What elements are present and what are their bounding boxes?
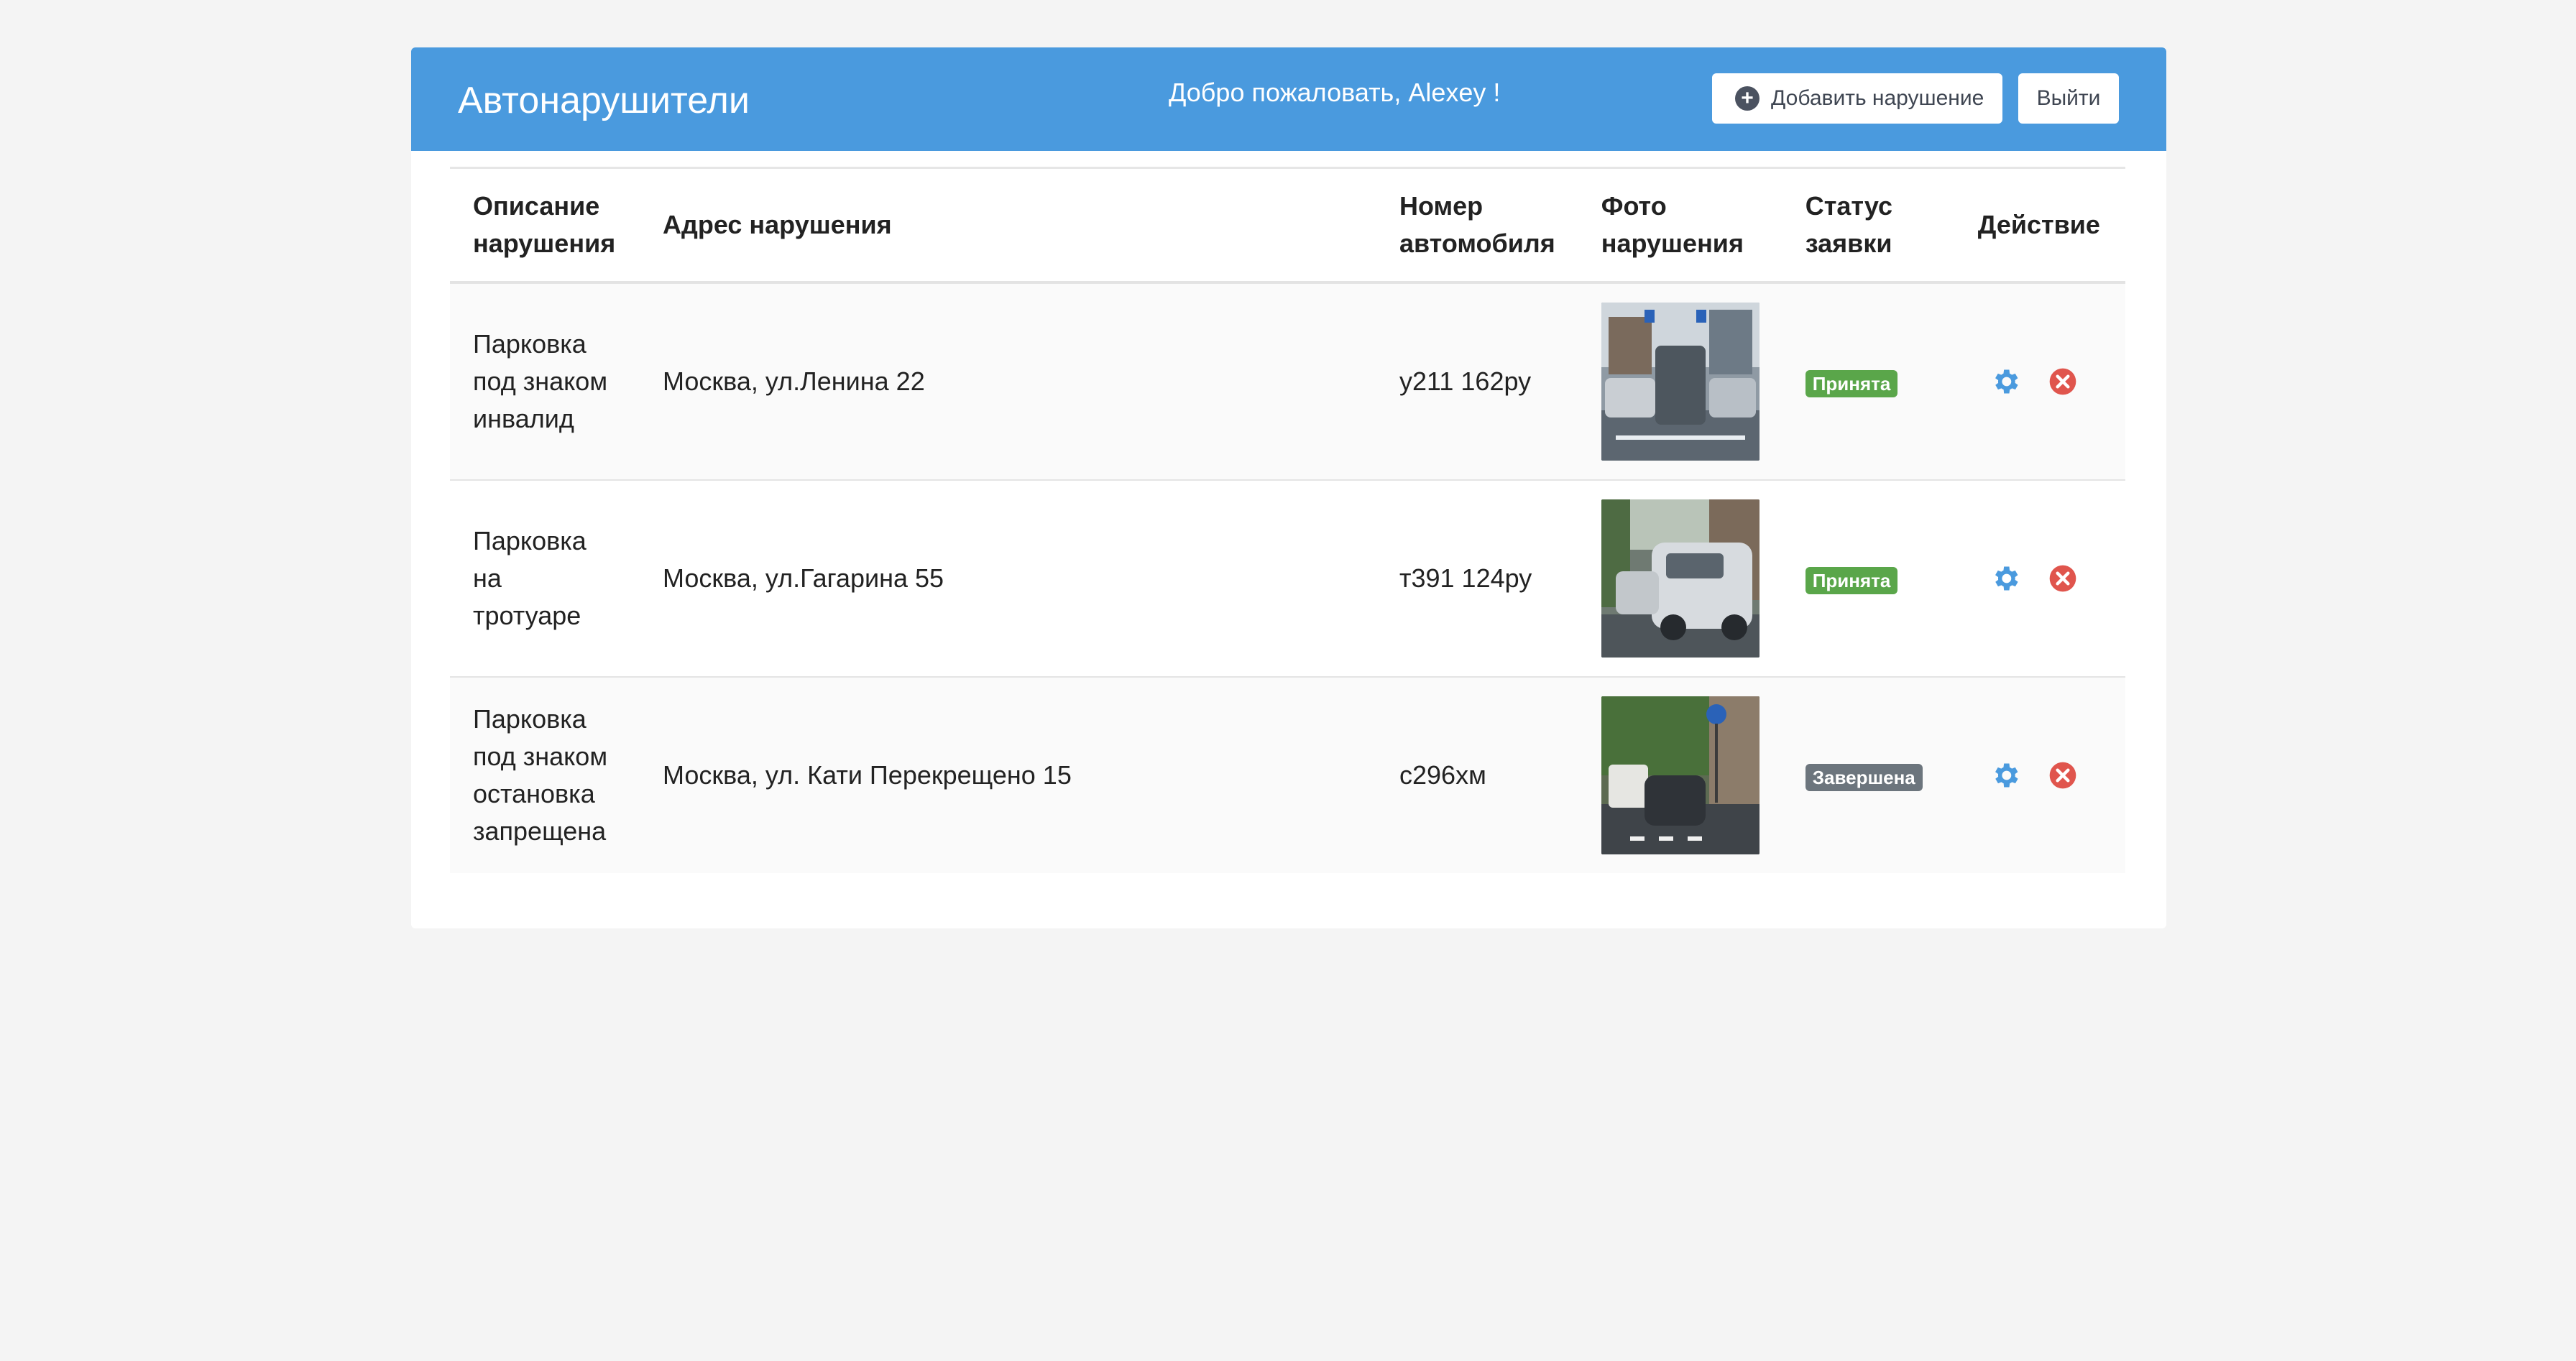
add-violation-label: Добавить нарушение: [1771, 86, 1984, 110]
gear-icon[interactable]: [1990, 760, 2021, 791]
row-actions: [1978, 760, 2102, 791]
column-header-address: Адрес нарушения: [640, 167, 1376, 284]
violation-address: Москва, ул.Гагарина 55: [640, 480, 1376, 678]
status-badge: Завершена: [1805, 764, 1923, 791]
actions-cell: [1954, 677, 2125, 873]
column-header-action: Действие: [1954, 167, 2125, 284]
add-violation-button[interactable]: + Добавить нарушение: [1712, 73, 2002, 124]
table-header-row: Описание нарушения Адрес нарушения Номер…: [450, 167, 2125, 284]
gear-icon[interactable]: [1990, 563, 2021, 594]
violation-photo: [1601, 499, 1760, 658]
close-circle-icon[interactable]: [2047, 760, 2079, 791]
column-header-description: Описание нарушения: [450, 167, 640, 284]
violation-photo-cell: [1578, 282, 1782, 481]
row-actions: [1978, 366, 2102, 397]
column-header-plate: Номер автомобиля: [1376, 167, 1578, 284]
table-row: Парковка на тротуаре Москва, ул.Гагарина…: [450, 480, 2125, 678]
logout-button[interactable]: Выйти: [2018, 73, 2119, 124]
main-card: Автонарушители Добро пожаловать, Alexey …: [411, 47, 2166, 928]
plus-circle-icon: +: [1735, 86, 1760, 111]
car-plate: у211 162ру: [1376, 282, 1578, 481]
table-row: Парковка под знаком остановка запрещена …: [450, 677, 2125, 873]
car-plate: т391 124ру: [1376, 480, 1578, 678]
status-cell: Принята: [1782, 480, 1955, 678]
close-circle-icon[interactable]: [2047, 563, 2079, 594]
status-cell: Завершена: [1782, 677, 1955, 873]
gear-icon[interactable]: [1990, 366, 2021, 397]
status-cell: Принята: [1782, 282, 1955, 481]
violation-description: Парковка под знаком инвалид: [450, 282, 640, 481]
column-header-photo: Фото нарушения: [1578, 167, 1782, 284]
row-actions: [1978, 563, 2102, 594]
violation-address: Москва, ул.Ленина 22: [640, 282, 1376, 481]
violation-photo: [1601, 696, 1760, 854]
car-plate: с296хм: [1376, 677, 1578, 873]
column-header-status: Статус заявки: [1782, 167, 1955, 284]
welcome-text: Добро пожаловать, Alexey !: [1169, 78, 1501, 107]
app-title: Автонарушители: [458, 80, 750, 121]
violations-table: Описание нарушения Адрес нарушения Номер…: [450, 167, 2125, 873]
close-circle-icon[interactable]: [2047, 366, 2079, 397]
actions-cell: [1954, 480, 2125, 678]
violation-description: Парковка на тротуаре: [450, 480, 640, 678]
violation-address: Москва, ул. Кати Перекрещено 15: [640, 677, 1376, 873]
violation-photo: [1601, 303, 1760, 461]
table-row: Парковка под знаком инвалид Москва, ул.Л…: [450, 282, 2125, 481]
actions-cell: [1954, 282, 2125, 481]
status-badge: Принята: [1805, 567, 1898, 594]
violation-photo-cell: [1578, 677, 1782, 873]
status-badge: Принята: [1805, 370, 1898, 397]
violation-photo-cell: [1578, 480, 1782, 678]
app-header: Автонарушители Добро пожаловать, Alexey …: [411, 47, 2166, 151]
violation-description: Парковка под знаком остановка запрещена: [450, 677, 640, 873]
